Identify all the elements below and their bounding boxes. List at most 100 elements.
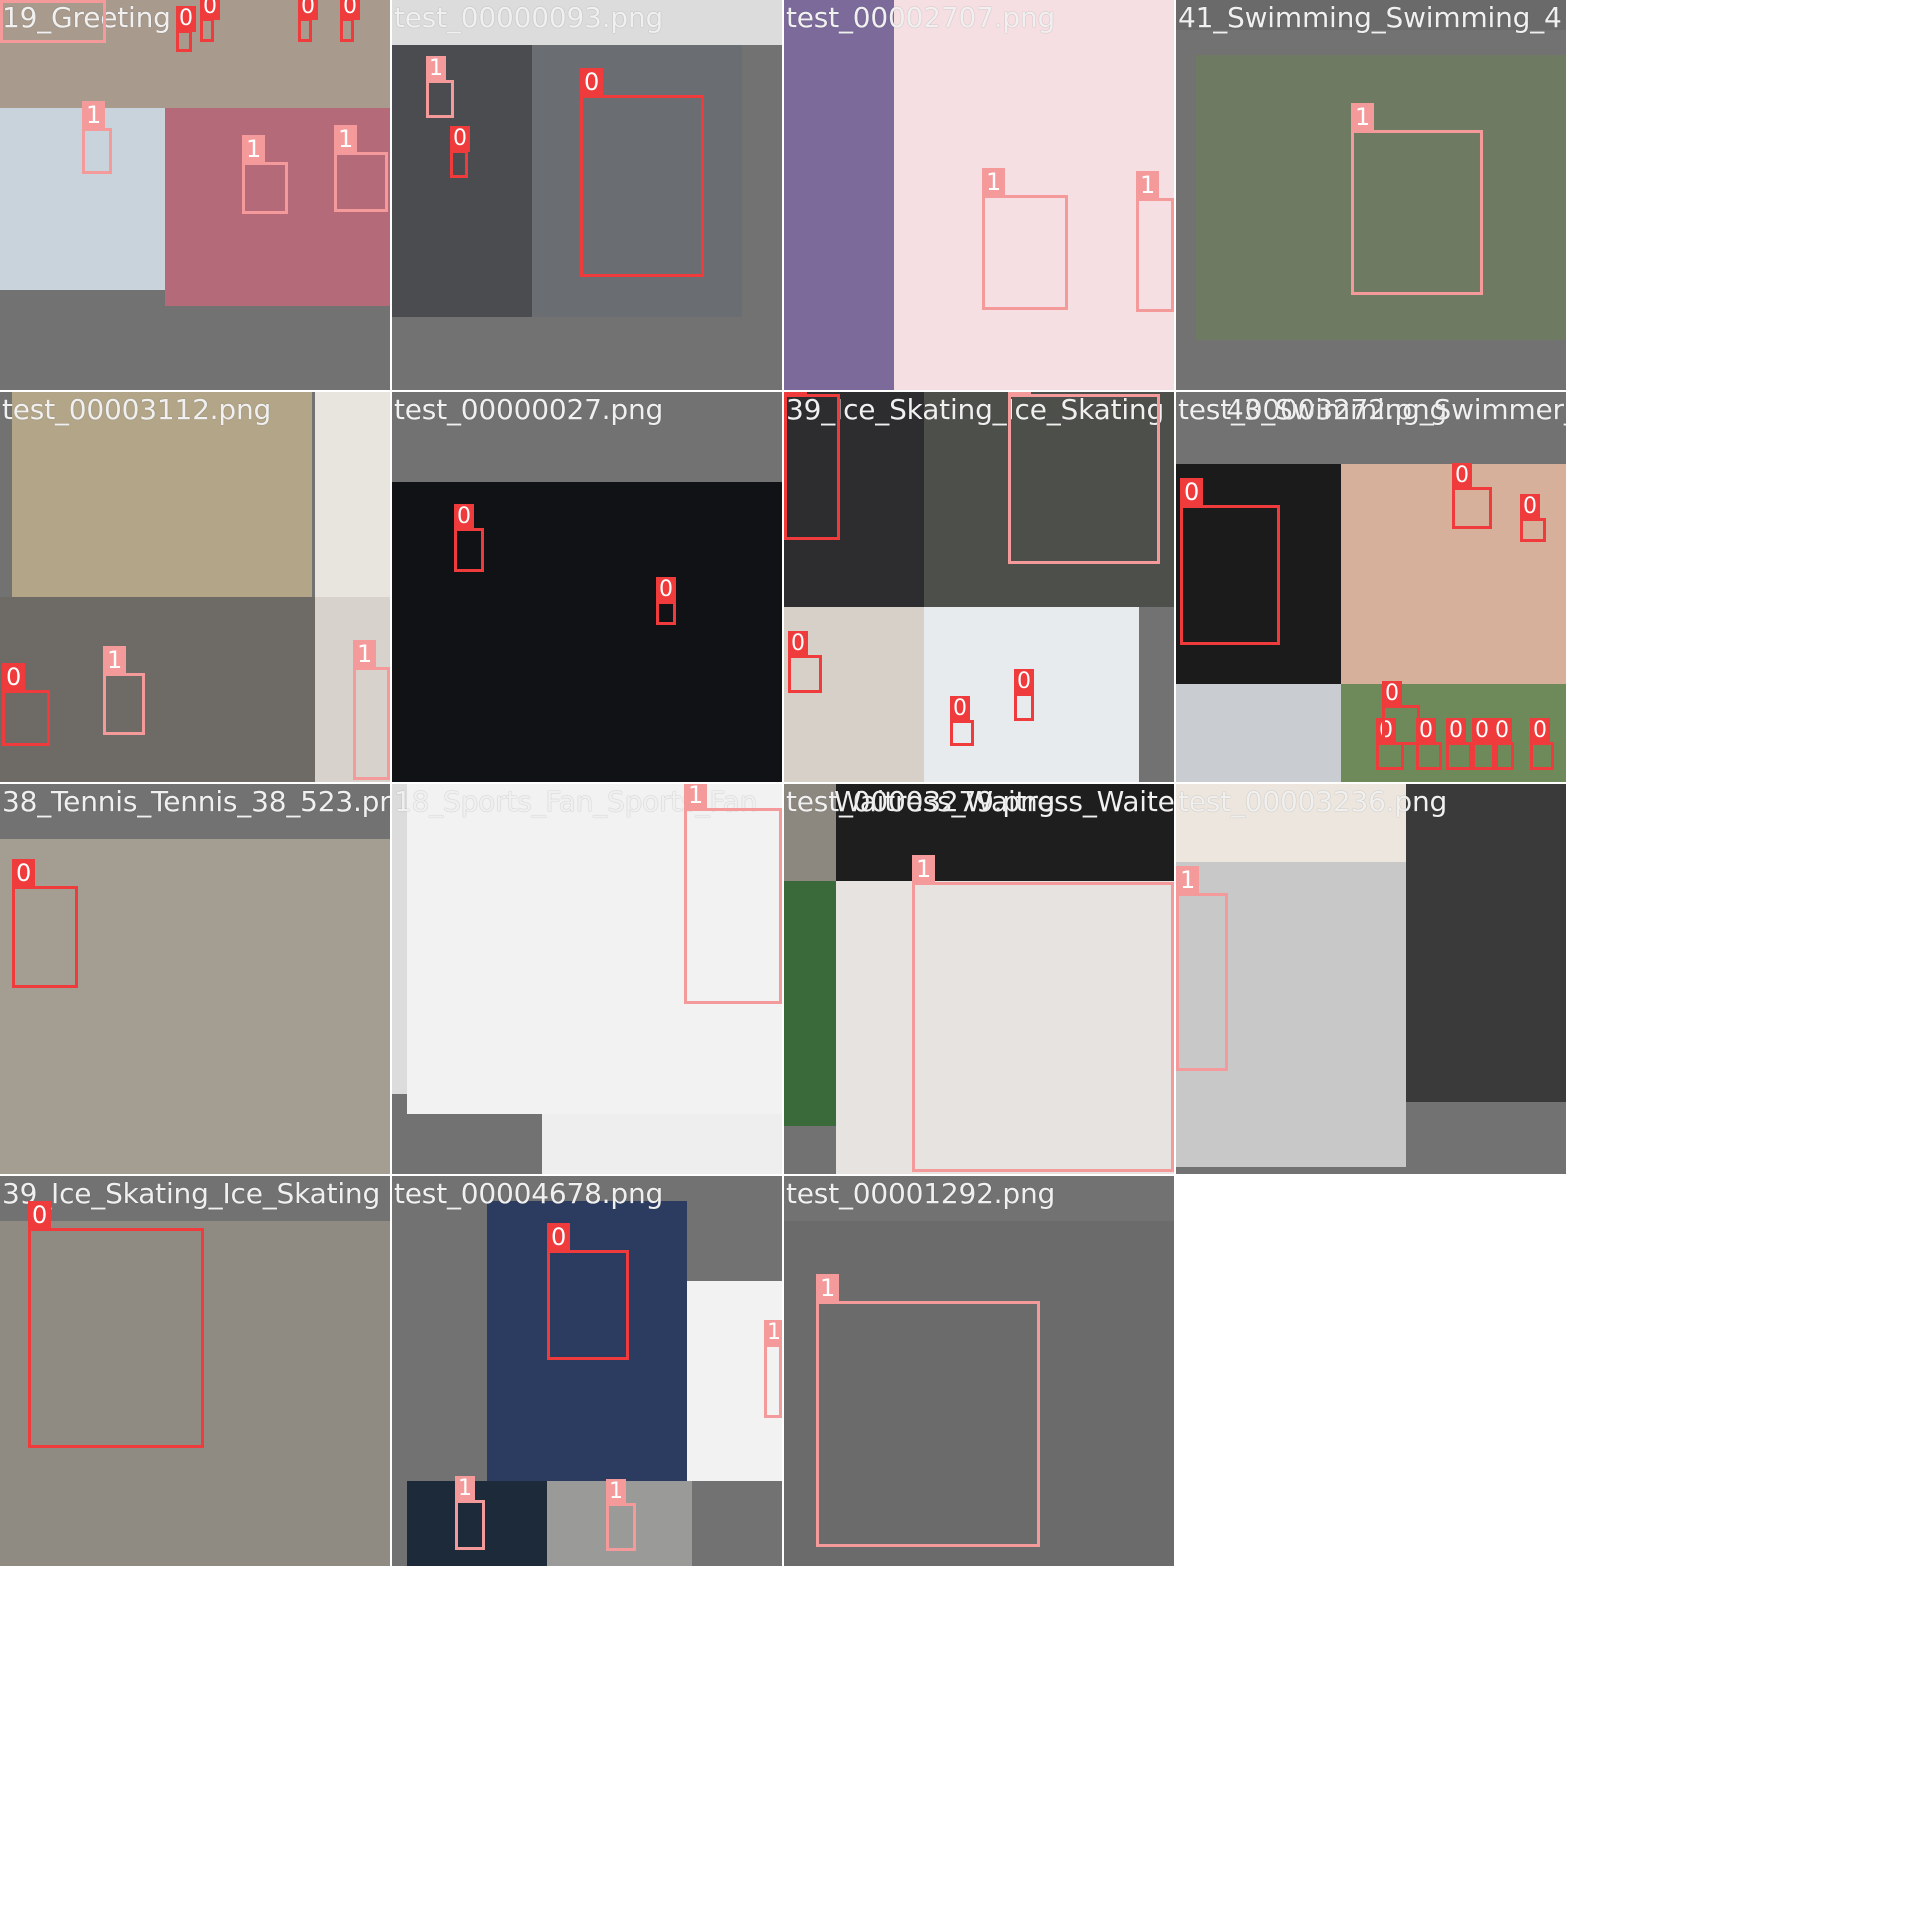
bounding-box-class-1: 1 [1008, 392, 1160, 564]
class-label-tag: 0 [28, 1201, 52, 1229]
bounding-box-class-1: 1 [242, 135, 288, 214]
class-label-tag: 0 [454, 504, 474, 530]
class-label-tag: 0 [340, 0, 360, 20]
tile-filename-label: test_00000093.png [394, 1, 664, 34]
photo-region [784, 881, 836, 1126]
bounding-box-class-1: 1 [684, 784, 782, 1004]
class-label-tag: 0 [2, 663, 26, 691]
class-label-tag: 0 [788, 631, 808, 657]
bounding-box-class-0: 0 [788, 631, 822, 693]
bounding-box-class-0: 0 [580, 68, 704, 277]
mosaic-tile: 41_Swimming_Swimming_4 1 [1176, 0, 1566, 390]
bounding-box-class-0: 0 [950, 696, 974, 746]
class-label-tag: 0 [450, 126, 470, 152]
class-label-tag: 1 [606, 1479, 626, 1505]
bounding-box-class-0: 0 [1416, 718, 1442, 770]
bounding-box-class-0: 0 [176, 6, 196, 52]
class-label-tag: 1 [912, 855, 936, 883]
class-label-tag: 1 [684, 784, 708, 809]
bounding-box-class-0: 0 [1530, 718, 1554, 770]
mosaic-tile: test_00002707.png 1 1 [784, 0, 1174, 390]
tile-filename-label: 39_Ice_Skating_Ice_Skating [2, 1177, 381, 1210]
bounding-box-class-1: 1 [1136, 171, 1174, 312]
class-label-tag: 1 [982, 168, 1006, 196]
bounding-box-class-0: 0 [200, 0, 220, 42]
tile-filename-label: 38_Tennis_Tennis_38_523.png [2, 785, 390, 818]
photo-region [1406, 784, 1566, 1102]
mosaic-tile: test_00004678.png 0 1 1 1 [392, 1176, 782, 1566]
bounding-box-class-0: 0 [1520, 494, 1546, 542]
class-label-tag: 0 [176, 6, 196, 32]
bounding-box-class-1: 1 [0, 0, 106, 43]
mosaic-tile: 39_Ice_Skating_Ice_Skating 0 [0, 1176, 390, 1566]
mosaic-tile: test_00003279.png Waitress_Waitress_Waite… [784, 784, 1174, 1174]
photo-region [542, 1114, 782, 1174]
bounding-box-class-0: 0 [28, 1201, 204, 1448]
class-label-tag: 0 [1472, 718, 1492, 744]
class-label-tag: 0 [12, 859, 36, 887]
mosaic-tile: test_00003112.png 0 1 1 [0, 392, 390, 782]
class-label-tag: 1 [1136, 171, 1160, 199]
class-label-tag: 0 [1382, 681, 1402, 707]
photo-region [315, 392, 390, 597]
bounding-box-class-1: 1 [1351, 103, 1483, 295]
tile-filename-label: test_00004678.png [394, 1177, 664, 1210]
bounding-box-class-1: 1 [606, 1479, 636, 1551]
class-label-tag: 0 [580, 68, 604, 96]
class-label-tag: 0 [298, 0, 318, 20]
class-label-tag: 0 [1530, 718, 1550, 744]
bounding-box-class-0: 0 [1180, 478, 1280, 645]
class-label-tag: 1 [82, 101, 106, 129]
bounding-box-class-0: 0 [340, 0, 360, 42]
tile-filename-label: test_00002707.png [786, 1, 1056, 34]
bounding-box-class-0: 0 [298, 0, 318, 42]
class-label-tag: 0 [1446, 718, 1466, 744]
photo-region [784, 0, 894, 390]
class-label-tag: 0 [1180, 478, 1204, 506]
class-label-tag: 0 [950, 696, 970, 722]
class-label-tag: 0 [656, 577, 676, 603]
bounding-box-class-1: 1 [334, 125, 388, 212]
bounding-box-class-0: 0 [1452, 463, 1492, 529]
class-label-tag: 1 [334, 125, 358, 153]
photo-region [1176, 684, 1341, 782]
bounding-box-class-0: 0 [12, 859, 78, 988]
bounding-box-class-0: 0 [1382, 681, 1420, 745]
bounding-box-class-0: 0 [1014, 669, 1034, 721]
class-label-tag: 1 [764, 1320, 782, 1346]
class-label-tag: 1 [1008, 392, 1032, 395]
bounding-box-class-1: 1 [455, 1476, 485, 1550]
tile-filename-label: test_00003236.png [1178, 785, 1448, 818]
tile-filename-label: test_00001292.png [786, 1177, 1056, 1210]
class-label-tag: 1 [1176, 866, 1200, 894]
class-label-tag: 0 [1520, 494, 1540, 520]
bounding-box-class-0: 0 [656, 577, 676, 625]
class-label-tag: 0 [1452, 463, 1472, 489]
bounding-box-class-0: 0 [1376, 718, 1404, 770]
photo-region [392, 784, 407, 1094]
bounding-box-class-0: 0 [1446, 718, 1472, 770]
bounding-box-class-0: 0 [454, 504, 484, 572]
tile-filename-label: test_00000027.png [394, 393, 664, 426]
mosaic-tile: 39_Ice_Skating_Ice_Skating01000 [784, 392, 1174, 782]
photo-region [392, 482, 782, 782]
bounding-box-class-1: 1 [426, 56, 454, 118]
bounding-box-class-1: 1 [816, 1274, 1040, 1547]
bounding-box-class-1: 1 [82, 101, 112, 174]
bounding-box-class-1: 1 [353, 640, 390, 780]
bounding-box-class-0: 0 [450, 126, 470, 178]
class-label-tag: 1 [816, 1274, 840, 1302]
bounding-box-class-0: 0 [1492, 718, 1514, 770]
mosaic-tile: test_00003272.png43_Swimming_Swimmer_410… [1176, 392, 1566, 782]
tile-filename-label: test_00003112.png [2, 393, 272, 426]
bounding-box-class-0: 0 [2, 663, 50, 746]
mosaic-tile: 38_Tennis_Tennis_38_523.png 0 [0, 784, 390, 1174]
bounding-box-class-0: 0 [784, 392, 840, 540]
class-label-tag: 1 [455, 1476, 475, 1502]
class-label-tag: 0 [1492, 718, 1512, 744]
class-label-tag: 1 [426, 56, 446, 82]
mosaic-tile: test_00000027.png 0 0 [392, 392, 782, 782]
mosaic-tile: test_00000093.png 1 0 0 [392, 0, 782, 390]
bounding-box-class-1: 1 [1176, 866, 1228, 1071]
class-label-tag: 1 [242, 135, 266, 163]
